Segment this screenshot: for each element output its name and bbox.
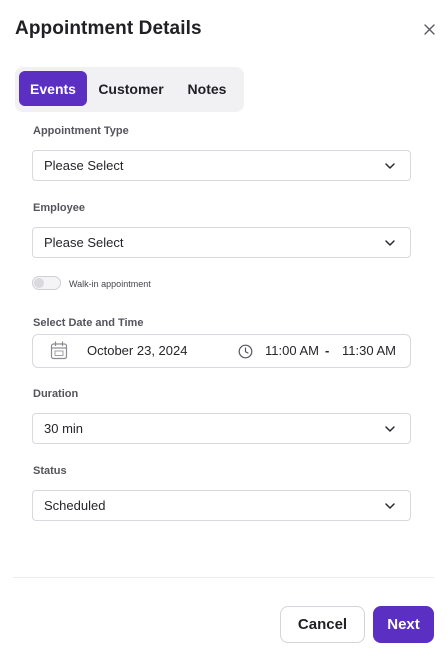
start-time-value[interactable]: 11:00 AM <box>265 335 319 367</box>
tab-events[interactable]: Events <box>19 71 87 106</box>
duration-value: 30 min <box>44 421 84 436</box>
date-time-label: Select Date and Time <box>33 317 144 329</box>
close-button[interactable] <box>420 20 438 38</box>
walk-in-label: Walk-in appointment <box>69 279 151 289</box>
status-select[interactable]: Scheduled <box>32 490 411 521</box>
tab-notes[interactable]: Notes <box>179 71 235 106</box>
tab-customer[interactable]: Customer <box>93 71 169 106</box>
appointment-type-select[interactable]: Please Select <box>32 150 411 181</box>
date-value[interactable]: October 23, 2024 <box>87 335 187 367</box>
date-time-picker: October 23, 2024 11:00 AM - 11:30 AM <box>32 334 411 368</box>
employee-select[interactable]: Please Select <box>32 227 411 258</box>
tab-bar: Events Customer Notes <box>15 67 244 112</box>
chevron-down-icon <box>385 503 395 509</box>
duration-label: Duration <box>33 388 79 400</box>
clock-icon <box>238 344 253 359</box>
walk-in-toggle[interactable] <box>32 276 61 290</box>
cancel-button[interactable]: Cancel <box>280 606 365 643</box>
employee-label: Employee <box>33 202 85 214</box>
calendar-icon[interactable] <box>50 341 68 360</box>
next-button[interactable]: Next <box>373 606 434 643</box>
status-value: Scheduled <box>44 498 106 513</box>
chevron-down-icon <box>385 426 395 432</box>
toggle-knob <box>34 278 44 288</box>
time-separator: - <box>325 343 330 358</box>
end-time-value[interactable]: 11:30 AM <box>342 335 396 367</box>
close-icon <box>423 23 435 35</box>
appointment-type-value: Please Select <box>44 158 124 173</box>
employee-value: Please Select <box>44 235 124 250</box>
chevron-down-icon <box>385 240 395 246</box>
dialog-title: Appointment Details <box>15 18 202 39</box>
duration-select[interactable]: 30 min <box>32 413 411 444</box>
appointment-type-label: Appointment Type <box>33 125 129 137</box>
status-label: Status <box>33 465 67 477</box>
footer-divider <box>13 577 434 578</box>
chevron-down-icon <box>385 163 395 169</box>
